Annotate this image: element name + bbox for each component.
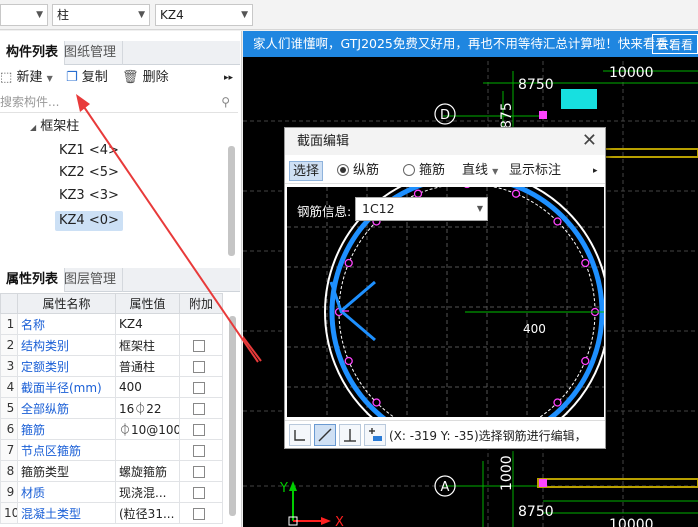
extra-checkbox[interactable] xyxy=(193,381,205,394)
rebar-point[interactable] xyxy=(581,356,590,366)
y-axis-label: Y xyxy=(279,481,288,496)
section-edit-dialog: 截面编辑 ✕ 选择 纵筋 箍筋 直线 ▼ 显示标注 ▸ 400 钢筋信息: 1C… xyxy=(284,127,606,449)
row-index: 9 xyxy=(0,481,18,503)
table-row[interactable]: 7 节点区箍筋 xyxy=(0,439,223,461)
rebar-point[interactable] xyxy=(553,398,562,407)
dimension-bottom-left: 8750 xyxy=(518,504,554,520)
table-row[interactable]: 6 箍筋 ⏀10@100 xyxy=(0,418,223,440)
orthogonal-tool-button[interactable] xyxy=(289,424,311,446)
dimension-vertical-bottom: 1000 xyxy=(499,455,515,491)
chevron-down-icon: ▼ xyxy=(492,167,499,176)
dialog-status-bar: (X: -319 Y: -35)选择钢筋进行编辑， xyxy=(285,420,605,448)
corner-icon xyxy=(294,430,305,441)
property-name: 箍筋类型 xyxy=(17,460,116,482)
property-value[interactable]: 现浇混... xyxy=(115,481,180,503)
coordinate-status: (X: -319 Y: -35)选择钢筋进行编辑， xyxy=(389,429,587,443)
longitudinal-radio[interactable]: 纵筋 xyxy=(337,161,379,181)
dimension-bottom-right: 10000 xyxy=(609,517,654,527)
stirrup-label: 箍筋 xyxy=(419,163,446,178)
extra-cell xyxy=(179,502,223,524)
diagonal-line-icon xyxy=(318,428,332,442)
row-index: 5 xyxy=(0,397,18,419)
row-index: 6 xyxy=(0,418,18,440)
table-row[interactable]: 8 箍筋类型 螺旋箍筋 xyxy=(0,460,223,482)
rebar-point[interactable] xyxy=(344,258,353,268)
extra-checkbox[interactable] xyxy=(193,465,205,478)
extra-cell xyxy=(179,418,223,440)
rebar-point[interactable] xyxy=(372,398,381,407)
rebar-point[interactable] xyxy=(344,356,353,366)
dimension-top-right: 10000 xyxy=(609,65,654,81)
rebar-info-value: 1C12 xyxy=(362,201,395,216)
table-row[interactable]: 5 全部纵筋 16⏀22 xyxy=(0,397,223,419)
rebar-point[interactable] xyxy=(581,258,590,268)
extra-cell xyxy=(179,439,223,461)
dialog-title: 截面编辑 xyxy=(297,134,350,149)
rebar-point[interactable] xyxy=(511,189,521,198)
row-index: 7 xyxy=(0,439,18,461)
perpendicular-tool-button[interactable] xyxy=(339,424,361,446)
property-value[interactable]: 16⏀22 xyxy=(115,397,180,419)
row-index: 10 xyxy=(0,502,18,524)
property-value[interactable] xyxy=(115,439,180,461)
property-name: 全部纵筋 xyxy=(17,397,116,419)
x-axis-label: X xyxy=(335,515,344,527)
close-icon[interactable]: ✕ xyxy=(582,131,597,151)
extra-checkbox[interactable] xyxy=(193,486,205,499)
property-name: 材质 xyxy=(17,481,116,503)
extra-cell xyxy=(179,397,223,419)
select-tool-button[interactable]: 选择 xyxy=(289,161,324,181)
annotation-arrow xyxy=(76,94,259,363)
line-mode-dropdown[interactable]: 直线 ▼ xyxy=(462,161,498,181)
dialog-title-bar[interactable]: 截面编辑 ✕ xyxy=(285,128,605,155)
row-index: 8 xyxy=(0,460,18,482)
perpendicular-icon xyxy=(344,429,356,442)
rebar-info-label: 钢筋信息: xyxy=(297,204,352,219)
extra-cell xyxy=(179,481,223,503)
promo-banner: 家人们谁懂啊，GTJ2025免费又好用，再也不用等待汇总计算啦！快来看看： 去看… xyxy=(243,31,698,57)
property-value[interactable]: ⏀10@100 xyxy=(115,418,180,440)
extra-checkbox[interactable] xyxy=(193,444,205,457)
section-drawing: 400 xyxy=(287,187,604,417)
extra-cell xyxy=(179,460,223,482)
property-name: 混凝土类型 xyxy=(17,502,116,524)
snap-tool-button[interactable] xyxy=(364,424,386,446)
axis-label-d: D xyxy=(440,108,450,123)
property-name: 箍筋 xyxy=(17,418,116,440)
table-row[interactable]: 10混凝土类型(粒径31... xyxy=(0,502,223,524)
rebar-point[interactable] xyxy=(464,187,471,189)
extra-checkbox[interactable] xyxy=(193,402,205,415)
promo-banner-text: 家人们谁懂啊，GTJ2025免费又好用，再也不用等待汇总计算啦！快来看看： xyxy=(253,36,681,51)
line-tool-button[interactable] xyxy=(314,424,336,446)
property-name: 节点区箍筋 xyxy=(17,439,116,461)
show-label-button[interactable]: 显示标注 xyxy=(509,161,561,181)
rebar-point[interactable] xyxy=(553,217,562,226)
rebar-info-input[interactable]: 1C12 ▼ xyxy=(355,197,488,221)
radio-checked-icon xyxy=(337,164,349,176)
extra-checkbox[interactable] xyxy=(193,423,205,436)
table-row[interactable]: 9 材质 现浇混... xyxy=(0,481,223,503)
extra-checkbox[interactable] xyxy=(193,507,205,520)
promo-view-button[interactable]: 去看看 xyxy=(651,34,698,54)
snap-icon xyxy=(369,428,382,441)
chevron-down-icon: ▼ xyxy=(476,204,483,213)
dimension-top-left: 8750 xyxy=(518,77,554,93)
more-icon[interactable]: ▸ xyxy=(593,161,598,181)
radio-unchecked-icon xyxy=(403,164,415,176)
stirrup-radio[interactable]: 箍筋 xyxy=(403,161,445,181)
axis-label-a: A xyxy=(441,480,450,495)
radius-label: 400 xyxy=(523,322,546,336)
property-value[interactable]: (粒径31... xyxy=(115,502,180,524)
dialog-toolbar: 选择 纵筋 箍筋 直线 ▼ 显示标注 ▸ xyxy=(285,158,605,184)
property-value[interactable]: 螺旋箍筋 xyxy=(115,460,180,482)
longitudinal-label: 纵筋 xyxy=(353,163,380,178)
section-canvas[interactable]: 400 钢筋信息: 1C12 ▼ xyxy=(287,187,604,417)
dimension-vertical-top: 875 xyxy=(499,102,515,129)
line-mode-label: 直线 xyxy=(462,163,489,178)
